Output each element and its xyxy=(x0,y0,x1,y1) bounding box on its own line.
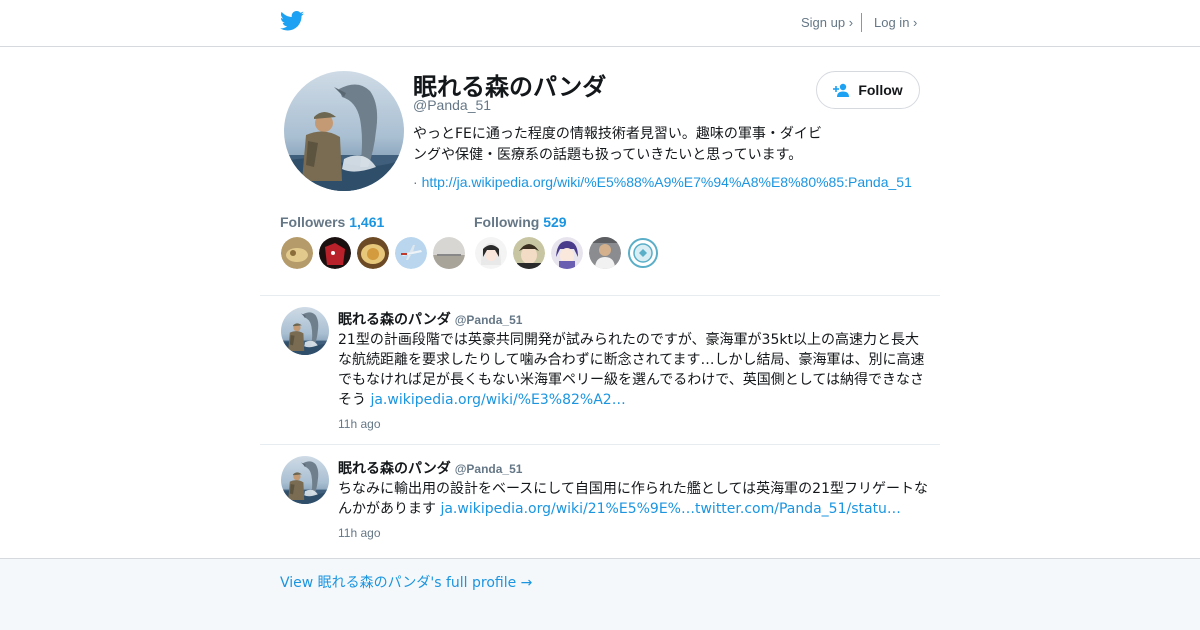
followers-label: Followers xyxy=(280,214,346,230)
divider xyxy=(260,295,940,296)
tweet-link[interactable]: ja.wikipedia.org/wiki/%E3%82%A2… xyxy=(370,392,625,408)
tweet-link[interactable]: ja.wikipedia.org/wiki/21%E5%9E%… xyxy=(440,501,695,517)
following-avatars xyxy=(475,237,659,269)
tweet-timestamp[interactable]: 11h ago xyxy=(338,417,381,431)
profile-avatar[interactable] xyxy=(284,71,404,191)
following-avatar[interactable] xyxy=(513,237,545,269)
profile-bio: やっとFEに通った程度の情報技術者見習い。趣味の軍事・ダイビングや保健・医療系の… xyxy=(413,126,822,163)
follower-avatar[interactable] xyxy=(281,237,313,269)
tweet-link-2[interactable]: twitter.com/Panda_51/statu… xyxy=(695,501,901,517)
follower-avatar[interactable] xyxy=(319,237,351,269)
profile-url-link[interactable]: http://ja.wikipedia.org/wiki/%E5%88%A9%E… xyxy=(422,174,912,190)
tweet-author[interactable]: 眠れる森のパンダ @Panda_51 xyxy=(338,458,522,478)
add-person-icon xyxy=(833,83,850,97)
following-avatar[interactable] xyxy=(475,237,507,269)
tweet-avatar[interactable] xyxy=(281,307,329,355)
follow-button-label: Follow xyxy=(858,82,903,98)
following-avatar[interactable] xyxy=(589,237,621,269)
following-avatar[interactable] xyxy=(551,237,583,269)
followers-count: 1,461 xyxy=(349,214,385,230)
profile-url-row: · http://ja.wikipedia.org/wiki/%E5%88%A9… xyxy=(413,174,912,190)
follower-avatar[interactable] xyxy=(395,237,427,269)
following-stat[interactable]: Following 529 xyxy=(474,214,567,230)
tweet-text: 21型の計画段階では英豪共同開発が試みられたのですが、豪海軍が35kt以上の高速… xyxy=(338,330,930,410)
divider xyxy=(260,444,940,445)
tweet-author-name: 眠れる森のパンダ xyxy=(338,312,451,328)
following-avatar[interactable] xyxy=(627,237,659,269)
top-bar: Sign up › Log in › xyxy=(0,0,1200,47)
tweet-author[interactable]: 眠れる森のパンダ @Panda_51 xyxy=(338,309,522,329)
topbar-divider xyxy=(861,13,862,32)
tweet-text: ちなみに輸出用の設計をベースにして自国用に作られた艦としては英海軍の21型フリゲ… xyxy=(338,479,930,519)
profile-handle: @Panda_51 xyxy=(413,97,492,113)
twitter-bird-icon[interactable] xyxy=(280,11,304,31)
tweet-timestamp[interactable]: 11h ago xyxy=(338,526,381,540)
following-label: Following xyxy=(474,214,540,230)
tweet-author-name: 眠れる森のパンダ xyxy=(338,461,451,477)
follower-avatar[interactable] xyxy=(357,237,389,269)
followers-avatars xyxy=(281,237,465,269)
login-link[interactable]: Log in › xyxy=(874,15,917,30)
followers-stat[interactable]: Followers 1,461 xyxy=(280,214,384,230)
tweet-avatar[interactable] xyxy=(281,456,329,504)
follow-button[interactable]: Follow xyxy=(816,71,920,109)
footer: View 眠れる森のパンダ's full profile → xyxy=(0,558,1200,630)
tweet-author-handle: @Panda_51 xyxy=(454,462,523,476)
full-profile-link[interactable]: View 眠れる森のパンダ's full profile → xyxy=(280,572,532,592)
tweet-author-handle: @Panda_51 xyxy=(454,313,523,327)
following-count: 529 xyxy=(543,214,567,230)
url-bullet: · xyxy=(413,174,418,190)
follower-avatar[interactable] xyxy=(433,237,465,269)
signup-link[interactable]: Sign up › xyxy=(801,15,853,30)
